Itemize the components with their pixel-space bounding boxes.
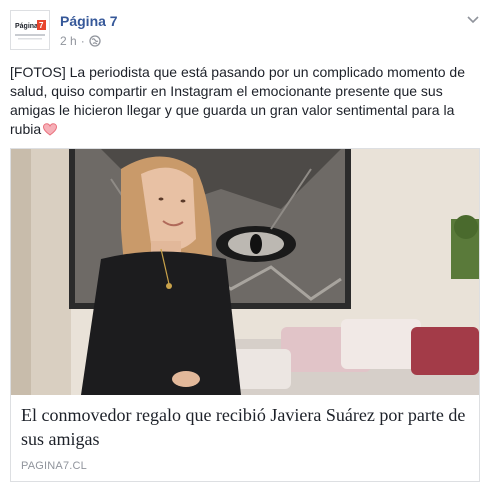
link-title[interactable]: El conmovedor regalo que recibió Javiera… (21, 403, 471, 451)
page-avatar[interactable]: Página 7 (10, 10, 50, 50)
post-meta: 2 h · (60, 34, 101, 48)
heart-icon (43, 122, 58, 136)
globe-icon (89, 35, 101, 47)
post-body: [FOTOS] La periodista que está pasando p… (10, 63, 480, 139)
post-timestamp[interactable]: 2 h (60, 34, 77, 48)
link-preview-card[interactable]: El conmovedor regalo que recibió Javiera… (10, 148, 480, 482)
svg-text:Página: Página (15, 23, 38, 30)
pagina7-logo: Página 7 (11, 11, 49, 49)
meta-separator: · (80, 34, 85, 48)
svg-text:7: 7 (39, 21, 44, 30)
post-text: [FOTOS] La periodista que está pasando p… (10, 64, 466, 137)
link-domain: PAGINA7.CL (21, 460, 87, 472)
facebook-post: Página 7 Página 7 2 h · [FOTOS] La perio… (0, 0, 487, 488)
link-preview-image[interactable] (11, 149, 479, 395)
chevron-down-icon[interactable] (466, 12, 480, 26)
page-name-link[interactable]: Página 7 (60, 13, 118, 29)
post-header: Página 7 Página 7 2 h · (10, 10, 480, 52)
